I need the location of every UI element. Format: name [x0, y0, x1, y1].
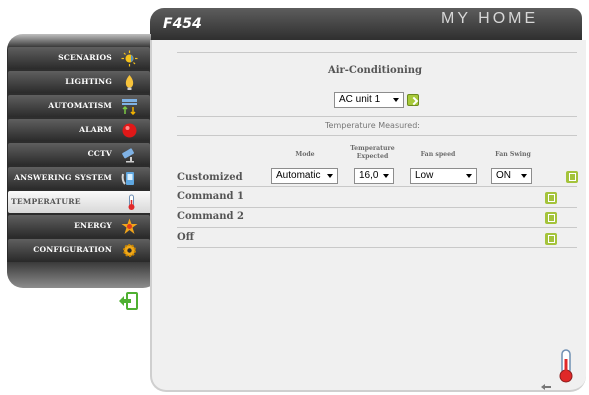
camera-icon [122, 148, 134, 163]
send-command-2-button[interactable] [545, 212, 557, 224]
sidebar-menu: SCENARIOS LIGHTING AUTOMATISM ALARM CCTV… [8, 47, 158, 263]
column-header-temperature: Temperature Expected [350, 145, 395, 160]
sidebar-item-scenarios[interactable]: SCENARIOS [8, 47, 150, 69]
chevron-down-icon [466, 174, 472, 178]
divider [177, 135, 577, 136]
command-1-label: Command 1 [177, 191, 244, 202]
sidebar-item-label: CCTV [87, 149, 112, 158]
sidebar-item-label: SCENARIOS [58, 53, 112, 62]
fan-speed-select[interactable]: Low [410, 168, 477, 184]
bulb-icon [125, 75, 134, 90]
column-header-mode: Mode [295, 151, 315, 158]
gear-icon [123, 244, 136, 257]
chevron-down-icon [383, 174, 389, 178]
sidebar-item-label: LIGHTING [65, 77, 112, 86]
energy-icon [121, 218, 138, 234]
temperature-measured-label: Temperature Measured: [325, 121, 420, 130]
ac-unit-select[interactable]: AC unit 1 [334, 92, 404, 108]
fan-swing-select[interactable]: ON [491, 168, 532, 184]
sidebar-item-label: ANSWERING SYSTEM [14, 173, 112, 182]
send-customized-button[interactable] [566, 171, 578, 183]
phone-icon [121, 172, 134, 185]
divider [177, 207, 577, 208]
device-model-title: F454 [163, 16, 202, 32]
automation-arrows-icon [122, 99, 137, 115]
page-title: Air-Conditioning [327, 65, 423, 76]
sidebar-item-alarm[interactable]: ALARM [8, 119, 150, 141]
divider [177, 116, 577, 117]
chevron-down-icon [393, 98, 399, 102]
sun-icon [121, 50, 138, 67]
column-header-fan-speed: Fan speed [420, 151, 456, 158]
mode-select-value: Automatic [276, 170, 321, 181]
temperature-select-value: 16,0 [359, 170, 379, 181]
thermometer-icon [128, 194, 135, 210]
divider [177, 186, 577, 187]
alarm-icon [122, 123, 137, 138]
divider [177, 52, 577, 53]
column-header-fan-swing: Fan Swing [495, 151, 531, 158]
ac-unit-select-value: AC unit 1 [339, 94, 381, 105]
sidebar-item-automatism[interactable]: AUTOMATISM [8, 95, 150, 117]
thermometer-icon [559, 349, 573, 383]
fan-speed-select-value: Low [415, 170, 434, 181]
send-off-button[interactable] [545, 233, 557, 245]
sidebar-item-label: AUTOMATISM [48, 101, 112, 110]
chevron-down-icon [327, 174, 333, 178]
chevron-down-icon [521, 174, 527, 178]
divider [177, 227, 577, 228]
send-command-1-button[interactable] [545, 192, 557, 204]
sidebar-item-label: CONFIGURATION [33, 245, 112, 254]
customized-label: Customized [177, 172, 243, 183]
back-arrow-small-icon[interactable] [540, 383, 552, 391]
mode-select[interactable]: Automatic [271, 168, 338, 184]
command-2-label: Command 2 [177, 211, 244, 222]
temperature-select[interactable]: 16,0 [354, 168, 394, 184]
sidebar-item-energy-management[interactable]: ENERGY MANAGEMENT [8, 215, 150, 252]
go-button[interactable] [407, 94, 419, 106]
off-label: Off [177, 232, 194, 243]
sidebar-footer [7, 262, 159, 288]
sidebar-item-cctv[interactable]: CCTV [8, 143, 150, 165]
brand-logo: MY HOME [441, 10, 539, 27]
sidebar-item-answering-system[interactable]: ANSWERING SYSTEM [8, 167, 150, 189]
back-arrow-icon[interactable] [118, 292, 138, 310]
divider [177, 247, 577, 248]
sidebar-item-lighting[interactable]: LIGHTING [8, 71, 150, 93]
fan-swing-select-value: ON [496, 170, 511, 181]
app-frame: F454 MY HOME SCENARIOS LIGHTING AUTOMATI… [0, 0, 589, 395]
sidebar-item-configuration[interactable]: CONFIGURATION [8, 239, 150, 261]
sidebar-item-label: ALARM [79, 125, 112, 134]
sidebar-item-temperature-control[interactable]: TEMPERATURE CONTROL [8, 191, 158, 228]
